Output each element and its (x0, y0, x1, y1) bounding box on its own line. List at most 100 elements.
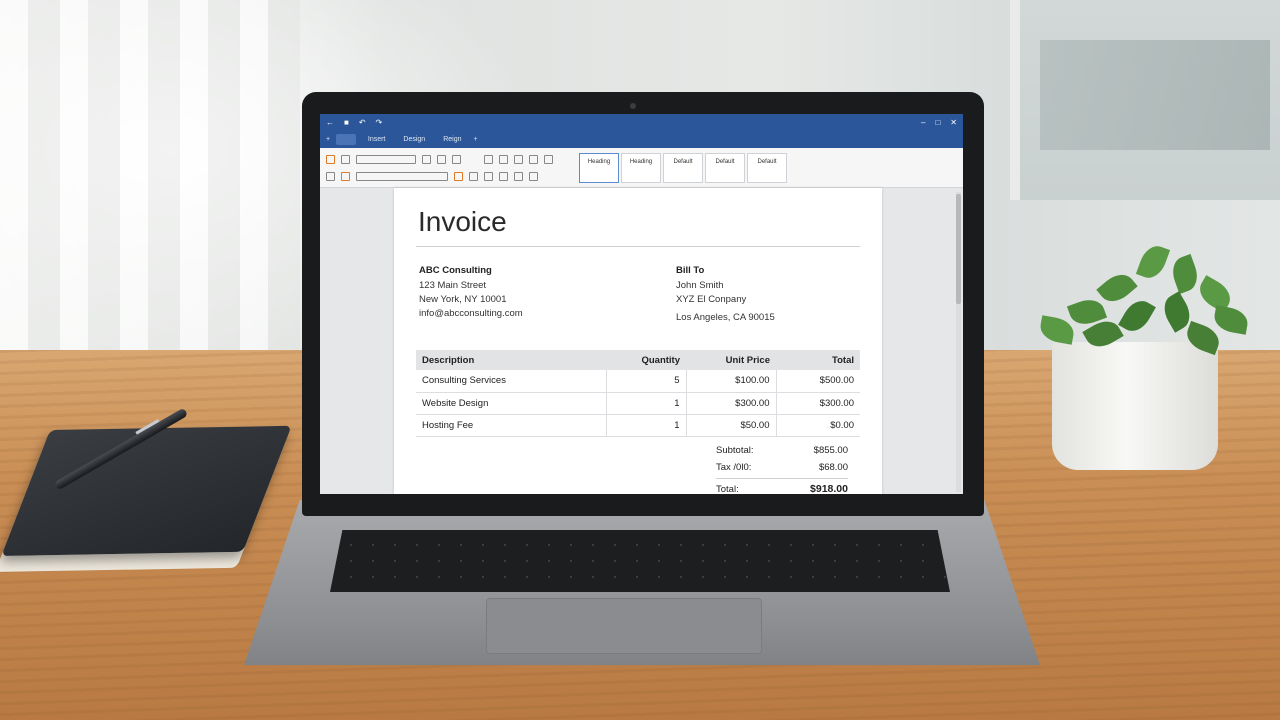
notebook-cover (1, 425, 292, 556)
background-window (1010, 0, 1280, 200)
cut-icon[interactable] (326, 171, 335, 181)
style-sample-line (598, 170, 600, 176)
ribbon-tabs: + Insert Design Reign + (320, 130, 963, 148)
undo-icon[interactable]: ↶ (359, 118, 366, 127)
col-unit-price: Unit Price (686, 350, 776, 370)
cell-total: $500.00 (775, 370, 860, 393)
bold-icon[interactable] (437, 154, 446, 164)
cell-quantity: 5 (605, 370, 686, 393)
save-icon[interactable]: ■ (344, 118, 349, 127)
style-heading-2[interactable]: Heading (621, 152, 661, 183)
close-icon[interactable]: ✕ (950, 118, 957, 127)
bill-to-name: John Smith (676, 280, 724, 291)
webcam (630, 103, 636, 109)
bill-to-heading: Bill To (676, 265, 705, 276)
cell-unit-price: $300.00 (685, 392, 776, 415)
total-row: Total: $918.00 (716, 478, 848, 494)
font-color-icon[interactable] (469, 171, 478, 181)
line-spacing-icon[interactable] (514, 171, 523, 181)
align-right-icon[interactable] (544, 154, 553, 164)
indent-icon[interactable] (484, 171, 493, 181)
cell-unit-price: $100.00 (685, 370, 776, 393)
shading-icon[interactable] (529, 171, 538, 181)
bill-to-company: XYZ El Conpany (676, 294, 747, 305)
bullets-icon[interactable] (484, 154, 493, 164)
cell-total: $0.00 (775, 414, 860, 437)
table-row: Hosting Fee 1 $50.00 $0.00 (416, 414, 860, 437)
numbering-icon[interactable] (499, 154, 508, 164)
tax-label: Tax /0l0: (716, 462, 752, 473)
styles-gallery: Heading Heading Default Default Default (579, 152, 787, 183)
style-label: Default (757, 159, 777, 165)
cell-description: Hosting Fee (416, 414, 606, 437)
style-default-1[interactable]: Default (663, 152, 703, 183)
style-label: Default (673, 159, 693, 165)
tax-row: Tax /0l0: $68.00 (716, 459, 848, 476)
clipboard-group (326, 154, 350, 181)
invoice-title: Invoice (418, 206, 507, 237)
outdent-icon[interactable] (499, 171, 508, 181)
document-area[interactable]: Invoice ABC Consulting 123 Main Street N… (320, 188, 963, 494)
tab-design[interactable]: Design (397, 134, 431, 145)
tab-home[interactable] (336, 133, 356, 145)
tab-reign[interactable]: Reign (437, 134, 467, 145)
maximize-icon[interactable]: □ (935, 118, 940, 127)
line-items-table: Description Quantity Unit Price Total Co… (416, 350, 860, 437)
paragraph-group (484, 154, 553, 181)
style-sample-line (766, 170, 768, 176)
total-label: Total: (716, 483, 739, 495)
scrollbar-thumb[interactable] (956, 194, 961, 304)
bill-to-block: Bill To John Smith XYZ El Conpany Los An… (676, 264, 775, 325)
sender-city: New York, NY 10001 (419, 294, 507, 305)
curtain (0, 0, 300, 370)
style-heading-1[interactable]: Heading (579, 152, 619, 183)
sender-name: ABC Consulting (419, 265, 492, 276)
italic-icon[interactable] (452, 154, 461, 164)
align-center-icon[interactable] (529, 154, 538, 164)
cell-total: $300.00 (775, 392, 860, 415)
col-description: Description (416, 350, 606, 370)
tab-insert[interactable]: Insert (362, 134, 392, 145)
col-total: Total (776, 350, 860, 370)
font-size-icon[interactable] (422, 154, 431, 164)
laptop-screen: ← ■ ↶ ↷ – □ ✕ + Insert Design Reign + He… (320, 114, 963, 494)
table-row: Consulting Services 5 $100.00 $500.00 (416, 370, 860, 393)
style-sample-line (640, 170, 642, 176)
cell-description: Consulting Services (416, 370, 606, 393)
style-sample-line (682, 170, 684, 176)
style-default-2[interactable]: Default (705, 152, 745, 183)
document-page[interactable]: Invoice ABC Consulting 123 Main Street N… (394, 188, 882, 494)
style-label: Heading (629, 159, 653, 165)
cell-quantity: 1 (605, 392, 686, 415)
notebook (0, 425, 330, 572)
ribbon: Heading Heading Default Default Default (320, 148, 963, 188)
font-select-icon[interactable] (356, 154, 416, 164)
format-painter-icon[interactable] (341, 171, 350, 181)
highlight-icon[interactable] (454, 171, 463, 181)
redo-icon[interactable]: ↷ (376, 118, 383, 127)
cell-description: Website Design (416, 392, 606, 415)
vertical-scrollbar[interactable] (956, 192, 961, 492)
plant-pot (1052, 342, 1218, 470)
tax-value: $68.00 (818, 462, 848, 473)
copy-icon[interactable] (341, 154, 350, 164)
style-default-3[interactable]: Default (747, 152, 787, 183)
title-divider (416, 246, 860, 247)
font-group (356, 154, 478, 181)
table-header-row: Description Quantity Unit Price Total (416, 350, 860, 370)
sender-street: 123 Main Street (419, 280, 487, 291)
laptop-keyboard (330, 530, 950, 592)
paste-icon[interactable] (326, 154, 335, 164)
cell-quantity: 1 (605, 414, 686, 437)
minimize-icon[interactable]: – (921, 118, 925, 127)
subtotal-label: Subtotal: (716, 445, 754, 456)
add-tab-icon[interactable]: + (473, 136, 477, 143)
new-tab-icon[interactable]: + (326, 136, 330, 143)
back-icon[interactable]: ← (326, 118, 334, 127)
style-sample-line (724, 170, 726, 176)
font-name-field[interactable] (356, 171, 448, 181)
laptop-trackpad (486, 598, 762, 654)
align-left-icon[interactable] (514, 154, 523, 164)
cell-unit-price: $50.00 (685, 414, 776, 437)
table-row: Website Design 1 $300.00 $300.00 (416, 392, 860, 415)
